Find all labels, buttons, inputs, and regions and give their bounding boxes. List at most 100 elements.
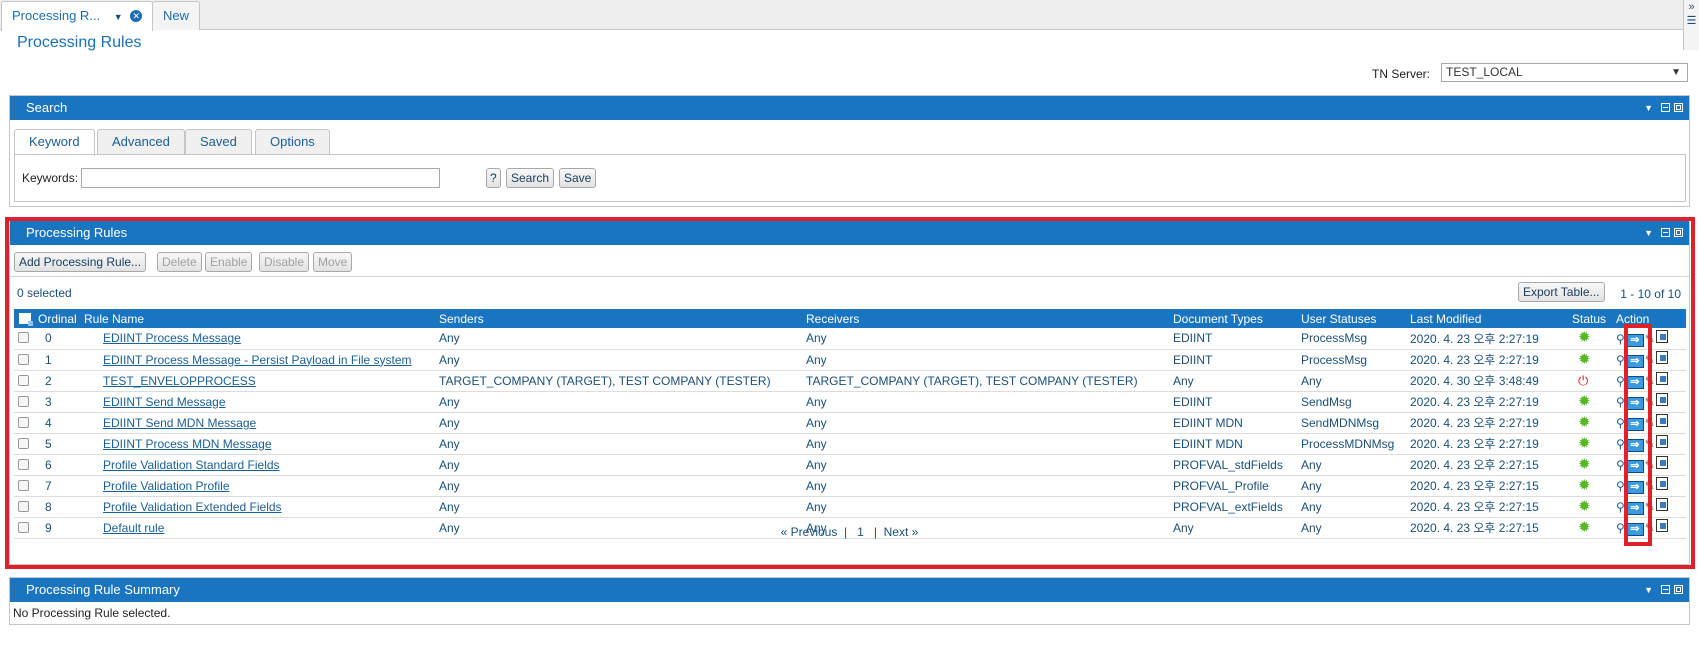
- magnifier-icon[interactable]: ⚲: [1616, 395, 1625, 409]
- arrow-right-icon[interactable]: ⇒: [1625, 502, 1644, 515]
- edit-icon[interactable]: ✎: [1645, 500, 1655, 514]
- rule-name-link[interactable]: EDIINT Process Message: [103, 331, 241, 345]
- enabled-status-icon[interactable]: ✹: [1578, 329, 1591, 346]
- keywords-input[interactable]: [81, 168, 440, 188]
- table-row[interactable]: 2 TEST_ENVELOPPROCESS TARGET_COMPANY (TARG…: [14, 370, 1686, 392]
- column-header-user-statuses[interactable]: User Statuses: [1299, 309, 1408, 328]
- tab-advanced[interactable]: Advanced: [97, 129, 185, 155]
- minimize-icon[interactable]: [1661, 585, 1670, 594]
- copy-icon[interactable]: [1655, 329, 1668, 343]
- move-button[interactable]: Move: [313, 252, 353, 272]
- row-checkbox-cell[interactable]: [14, 328, 36, 350]
- arrow-right-icon[interactable]: ⇒: [1625, 376, 1644, 389]
- rule-name-link[interactable]: EDIINT Send Message: [103, 395, 226, 409]
- table-row[interactable]: 3 EDIINT Send Message Any Any EDIINT SendMsg 2…: [14, 391, 1686, 413]
- rule-name-link[interactable]: EDIINT Process Message - Persist Payload…: [103, 353, 412, 367]
- table-row[interactable]: 8 Profile Validation Extended Fields Any An…: [14, 496, 1686, 518]
- rule-name-cell[interactable]: Profile Validation Standard Fields: [82, 454, 437, 476]
- row-checkbox-cell[interactable]: [14, 391, 36, 413]
- edit-icon[interactable]: ✎: [1645, 458, 1655, 472]
- edit-icon[interactable]: ✎: [1645, 437, 1655, 451]
- arrow-right-icon[interactable]: ⇒: [1625, 481, 1644, 494]
- copy-icon[interactable]: [1655, 393, 1668, 406]
- row-checkbox-cell[interactable]: [14, 496, 36, 518]
- magnifier-icon[interactable]: ⚲: [1616, 458, 1625, 472]
- select-column-header[interactable]: [14, 309, 36, 328]
- magnifier-icon[interactable]: ⚲: [1616, 437, 1625, 451]
- add-processing-rule-button[interactable]: Add Processing Rule...: [14, 252, 147, 272]
- maximize-icon[interactable]: [1674, 585, 1683, 594]
- rule-name-link[interactable]: EDIINT Send MDN Message: [103, 416, 256, 430]
- arrow-right-icon[interactable]: ⇒: [1625, 460, 1644, 473]
- magnifier-icon[interactable]: ⚲: [1616, 500, 1625, 514]
- column-header-senders[interactable]: Senders: [437, 309, 804, 328]
- search-button[interactable]: Search: [506, 168, 555, 188]
- column-header-receivers[interactable]: Receivers: [804, 309, 1171, 328]
- rule-name-cell[interactable]: TEST_ENVELOPPROCESS: [82, 370, 437, 392]
- row-checkbox[interactable]: [18, 437, 29, 449]
- enabled-status-icon[interactable]: ✹: [1578, 498, 1591, 515]
- tab-saved[interactable]: Saved: [185, 129, 252, 155]
- enabled-status-icon[interactable]: ✹: [1578, 477, 1591, 494]
- minimize-icon[interactable]: [1661, 103, 1670, 112]
- rule-name-cell[interactable]: Profile Validation Extended Fields: [82, 496, 437, 518]
- enable-button[interactable]: Enable: [205, 252, 253, 272]
- edit-icon[interactable]: ✎: [1645, 395, 1655, 409]
- tn-server-select[interactable]: TEST_LOCAL ▼: [1441, 63, 1688, 82]
- rule-name-cell[interactable]: EDIINT Process Message: [82, 328, 437, 350]
- row-checkbox[interactable]: [18, 416, 29, 428]
- row-checkbox[interactable]: [18, 479, 29, 491]
- column-header-status[interactable]: Status: [1570, 309, 1614, 328]
- row-checkbox[interactable]: [18, 374, 29, 386]
- page-number-link[interactable]: 1: [857, 525, 864, 539]
- edit-icon[interactable]: ✎: [1645, 479, 1655, 493]
- row-checkbox-cell[interactable]: [14, 412, 36, 434]
- column-header-ordinal[interactable]: Ordinal: [36, 309, 82, 328]
- side-overflow-controls[interactable]: » ☰: [1683, 0, 1699, 50]
- disabled-status-icon[interactable]: ⏻: [1578, 373, 1588, 388]
- edit-icon[interactable]: ✎: [1645, 416, 1655, 430]
- arrow-right-icon[interactable]: ⇒: [1625, 418, 1644, 431]
- magnifier-icon[interactable]: ⚲: [1616, 416, 1625, 430]
- magnifier-icon[interactable]: ⚲: [1616, 332, 1625, 346]
- copy-icon[interactable]: [1655, 351, 1668, 364]
- table-row[interactable]: 7 Profile Validation Profile Any Any PROFVAL…: [14, 475, 1686, 497]
- row-checkbox-cell[interactable]: [14, 454, 36, 476]
- rule-name-cell[interactable]: Profile Validation Profile: [82, 475, 437, 497]
- tab-keyword[interactable]: Keyword: [14, 129, 95, 156]
- row-checkbox[interactable]: [18, 458, 29, 470]
- tab-options[interactable]: Options: [255, 129, 330, 155]
- edit-icon[interactable]: ✎: [1645, 353, 1655, 367]
- enabled-status-icon[interactable]: ✹: [1578, 456, 1591, 473]
- copy-icon[interactable]: [1655, 414, 1668, 427]
- maximize-icon[interactable]: [1674, 103, 1683, 112]
- edit-icon[interactable]: ✎: [1645, 374, 1655, 388]
- column-header-rule-name[interactable]: Rule Name: [82, 309, 437, 328]
- column-header-last-modified[interactable]: Last Modified: [1408, 309, 1570, 328]
- chevron-down-icon[interactable]: ▼: [1644, 103, 1657, 113]
- arrow-right-icon[interactable]: ⇒: [1625, 333, 1644, 347]
- table-row[interactable]: 5 EDIINT Process MDN Message Any Any EDIINT …: [14, 433, 1686, 455]
- arrow-right-icon[interactable]: ⇒: [1625, 397, 1644, 410]
- table-row[interactable]: 1 EDIINT Process Message - Persist Payloa…: [14, 349, 1686, 371]
- tab-new[interactable]: New: [152, 1, 201, 30]
- close-icon[interactable]: ✕: [130, 10, 143, 22]
- enabled-status-icon[interactable]: ✹: [1578, 351, 1591, 368]
- copy-icon[interactable]: [1655, 477, 1668, 490]
- copy-icon[interactable]: [1655, 456, 1668, 469]
- maximize-icon[interactable]: [1674, 228, 1683, 237]
- copy-icon[interactable]: [1655, 435, 1668, 448]
- enabled-status-icon[interactable]: ✹: [1578, 393, 1591, 410]
- copy-icon[interactable]: [1655, 498, 1668, 511]
- table-row[interactable]: 4 EDIINT Send MDN Message Any Any EDIINT MDN…: [14, 412, 1686, 434]
- chevron-down-icon[interactable]: ▼: [1644, 585, 1657, 595]
- rule-name-link[interactable]: TEST_ENVELOPPROCESS: [103, 374, 256, 388]
- row-checkbox[interactable]: [18, 353, 29, 365]
- rule-name-link[interactable]: Profile Validation Extended Fields: [103, 500, 282, 514]
- menu-icon[interactable]: ☰: [1684, 14, 1699, 28]
- row-checkbox-cell[interactable]: [14, 370, 36, 392]
- minimize-icon[interactable]: [1661, 228, 1670, 237]
- next-page-link[interactable]: Next »: [884, 525, 919, 539]
- column-header-document-types[interactable]: Document Types: [1171, 309, 1299, 328]
- edit-icon[interactable]: ✎: [1645, 332, 1655, 346]
